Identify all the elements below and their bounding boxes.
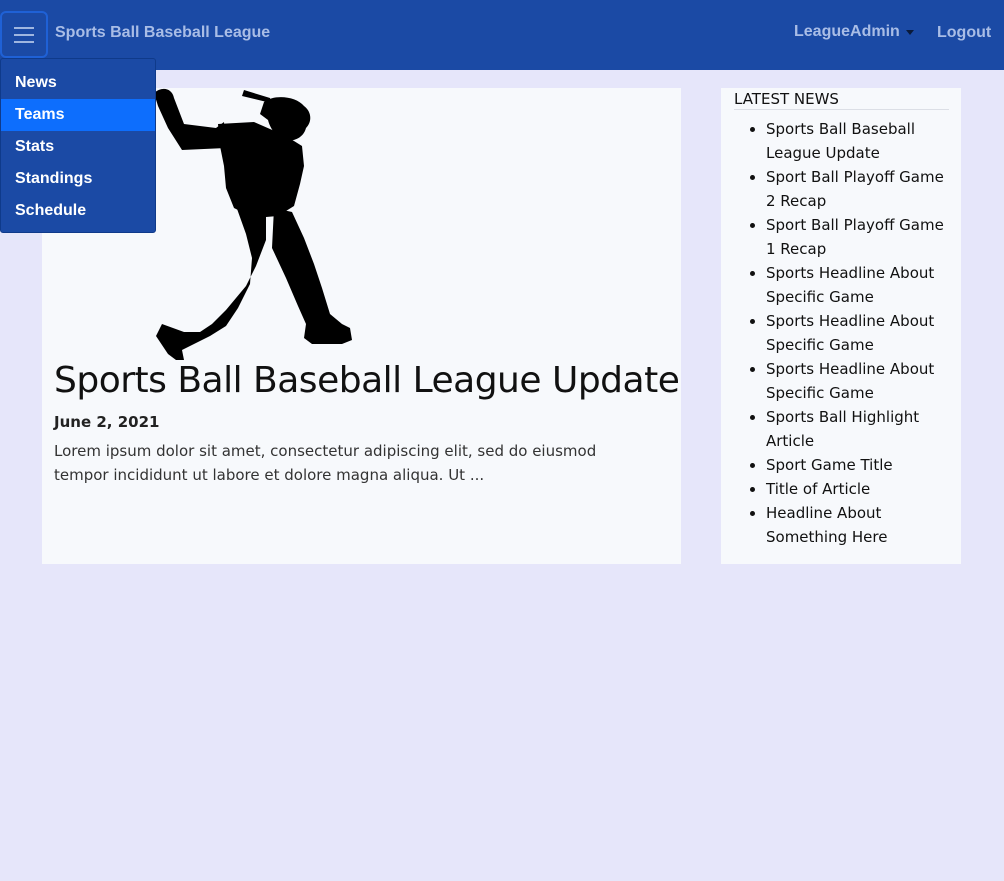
news-item[interactable]: Sports Ball Baseball League Update <box>766 117 951 165</box>
caret-down-icon[interactable] <box>906 30 914 35</box>
article-title[interactable]: Sports Ball Baseball League Update <box>54 360 680 401</box>
news-item[interactable]: Sports Ball Highlight Article <box>766 405 951 453</box>
menu-item-stats[interactable]: Stats <box>1 131 155 163</box>
user-dropdown[interactable]: LeagueAdmin <box>794 23 900 41</box>
menu-item-news[interactable]: News <box>1 67 155 99</box>
news-item[interactable]: Title of Article <box>766 477 951 501</box>
news-item[interactable]: Sport Game Title <box>766 453 951 477</box>
news-item[interactable]: Sports Headline About Specific Game <box>766 357 951 405</box>
menu-item-teams[interactable]: Teams <box>1 99 155 131</box>
news-item[interactable]: Sport Ball Playoff Game 1 Recap <box>766 213 951 261</box>
news-item[interactable]: Headline About Something Here <box>766 501 951 549</box>
article-date: June 2, 2021 <box>54 413 160 431</box>
latest-news-list: Sports Ball Baseball League Update Sport… <box>746 117 951 549</box>
news-item[interactable]: Sports Headline About Specific Game <box>766 261 951 309</box>
logout-link[interactable]: Logout <box>937 24 991 42</box>
article-excerpt: Lorem ipsum dolor sit amet, consectetur … <box>54 442 597 484</box>
hamburger-icon <box>14 26 34 29</box>
menu-item-standings[interactable]: Standings <box>1 163 155 195</box>
menu-toggle-button[interactable] <box>0 11 48 58</box>
latest-news-panel: LATEST NEWS Sports Ball Baseball League … <box>721 88 961 564</box>
menu-item-schedule[interactable]: Schedule <box>1 195 155 227</box>
baseball-batter-image <box>154 88 352 360</box>
news-item[interactable]: Sports Headline About Specific Game <box>766 309 951 357</box>
latest-news-heading: LATEST NEWS <box>734 90 949 110</box>
brand-link[interactable]: Sports Ball Baseball League <box>55 24 270 42</box>
nav-dropdown-menu: News Teams Stats Standings Schedule <box>0 58 156 233</box>
news-item[interactable]: Sport Ball Playoff Game 2 Recap <box>766 165 951 213</box>
